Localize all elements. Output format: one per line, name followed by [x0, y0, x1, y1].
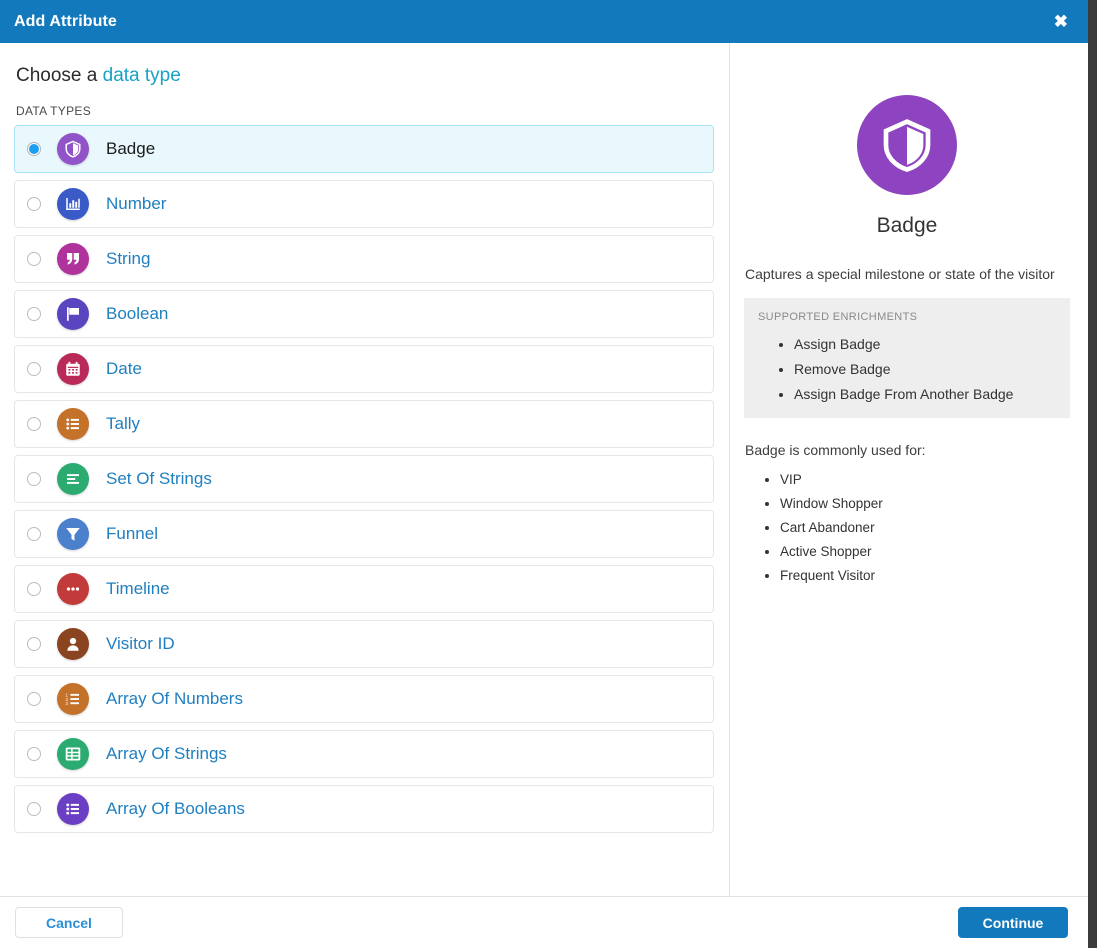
radio-button[interactable]	[27, 637, 41, 651]
radio-button[interactable]	[27, 692, 41, 706]
data-type-list-pane: Choose a data type DATA TYPES Badge Numbe…	[0, 43, 730, 896]
data-type-option-string[interactable]: String	[14, 235, 714, 283]
data-type-option-number[interactable]: Number	[14, 180, 714, 228]
data-type-option-array-of-strings[interactable]: Array Of Strings	[14, 730, 714, 778]
data-type-label: Tally	[106, 414, 140, 434]
data-type-label: Date	[106, 359, 142, 379]
data-type-label: Number	[106, 194, 166, 214]
choose-heading-prefix: Choose a	[16, 65, 103, 86]
detail-description: Captures a special milestone or state of…	[745, 266, 1070, 282]
flag-icon	[57, 298, 89, 330]
enrichment-item: Assign Badge	[794, 336, 1056, 352]
supported-enrichments-box: SUPPORTED ENRICHMENTS Assign Badge Remove…	[744, 298, 1070, 418]
usage-item: VIP	[780, 472, 1070, 487]
continue-button[interactable]: Continue	[958, 907, 1068, 938]
data-type-option-boolean[interactable]: Boolean	[14, 290, 714, 338]
data-type-label: String	[106, 249, 150, 269]
data-type-option-array-of-numbers[interactable]: 123 Array Of Numbers	[14, 675, 714, 723]
shield-icon	[857, 95, 957, 195]
radio-button[interactable]	[27, 142, 41, 156]
data-type-option-tally[interactable]: Tally	[14, 400, 714, 448]
data-types-label: DATA TYPES	[16, 104, 714, 118]
detail-icon-wrap	[744, 95, 1070, 195]
data-type-label: Funnel	[106, 524, 158, 544]
radio-button[interactable]	[27, 582, 41, 596]
data-type-option-date[interactable]: Date	[14, 345, 714, 393]
usage-item: Window Shopper	[780, 496, 1070, 511]
detail-title: Badge	[744, 214, 1070, 238]
data-type-option-timeline[interactable]: Timeline	[14, 565, 714, 613]
close-icon[interactable]: ✖	[1050, 11, 1072, 32]
dialog-body: Choose a data type DATA TYPES Badge Numbe…	[0, 43, 1088, 897]
person-icon	[57, 628, 89, 660]
data-type-option-set-of-strings[interactable]: Set Of Strings	[14, 455, 714, 503]
usage-item: Frequent Visitor	[780, 568, 1070, 583]
data-type-option-badge[interactable]: Badge	[14, 125, 714, 173]
data-type-label: Boolean	[106, 304, 168, 324]
data-type-option-array-of-booleans[interactable]: Array Of Booleans	[14, 785, 714, 833]
page-background-gutter	[1088, 0, 1097, 948]
radio-button[interactable]	[27, 417, 41, 431]
funnel-icon	[57, 518, 89, 550]
data-type-label: Array Of Booleans	[106, 799, 245, 819]
enrichment-item: Remove Badge	[794, 361, 1056, 377]
add-attribute-dialog: Add Attribute ✖ Choose a data type DATA …	[0, 0, 1088, 948]
data-type-detail-pane: Badge Captures a special milestone or st…	[730, 43, 1088, 896]
bar-chart-icon	[57, 188, 89, 220]
radio-button[interactable]	[27, 747, 41, 761]
data-type-option-funnel[interactable]: Funnel	[14, 510, 714, 558]
data-type-label: Visitor ID	[106, 634, 175, 654]
data-type-label: Set Of Strings	[106, 469, 212, 489]
radio-button[interactable]	[27, 527, 41, 541]
enrichment-item: Assign Badge From Another Badge	[794, 386, 1056, 402]
radio-button[interactable]	[27, 802, 41, 816]
list-icon	[57, 408, 89, 440]
table-icon	[57, 738, 89, 770]
numbered-list-icon: 123	[57, 683, 89, 715]
choose-heading-accent: data type	[103, 65, 181, 86]
dialog-footer: Cancel Continue	[0, 897, 1088, 948]
radio-button[interactable]	[27, 252, 41, 266]
data-type-label: Array Of Strings	[106, 744, 227, 764]
radio-button[interactable]	[27, 197, 41, 211]
svg-text:3: 3	[66, 701, 69, 706]
list-bullet-icon	[57, 793, 89, 825]
dialog-title: Add Attribute	[14, 13, 117, 31]
lines-icon	[57, 463, 89, 495]
usage-item: Cart Abandoner	[780, 520, 1070, 535]
calendar-icon	[57, 353, 89, 385]
data-type-option-visitor-id[interactable]: Visitor ID	[14, 620, 714, 668]
shield-icon	[57, 133, 89, 165]
data-type-list: Badge Number String Boolean Date Tally Set Of …	[14, 125, 714, 833]
data-type-label: Badge	[106, 139, 155, 159]
supported-enrichments-label: SUPPORTED ENRICHMENTS	[758, 311, 1056, 323]
radio-button[interactable]	[27, 307, 41, 321]
dots-icon	[57, 573, 89, 605]
usage-item: Active Shopper	[780, 544, 1070, 559]
radio-button[interactable]	[27, 472, 41, 486]
dialog-header: Add Attribute ✖	[0, 0, 1088, 43]
page-title: Choose a data type	[16, 65, 714, 87]
modal-page: Add Attribute ✖ Choose a data type DATA …	[0, 0, 1097, 948]
radio-button[interactable]	[27, 362, 41, 376]
data-type-label: Timeline	[106, 579, 170, 599]
quote-icon	[57, 243, 89, 275]
data-type-label: Array Of Numbers	[106, 689, 243, 709]
supported-enrichments-list: Assign Badge Remove Badge Assign Badge Fro…	[758, 336, 1056, 402]
usage-intro: Badge is commonly used for:	[745, 442, 1070, 458]
cancel-button[interactable]: Cancel	[15, 907, 123, 938]
usage-list: VIP Window Shopper Cart Abandoner Active Sh…	[744, 472, 1070, 583]
